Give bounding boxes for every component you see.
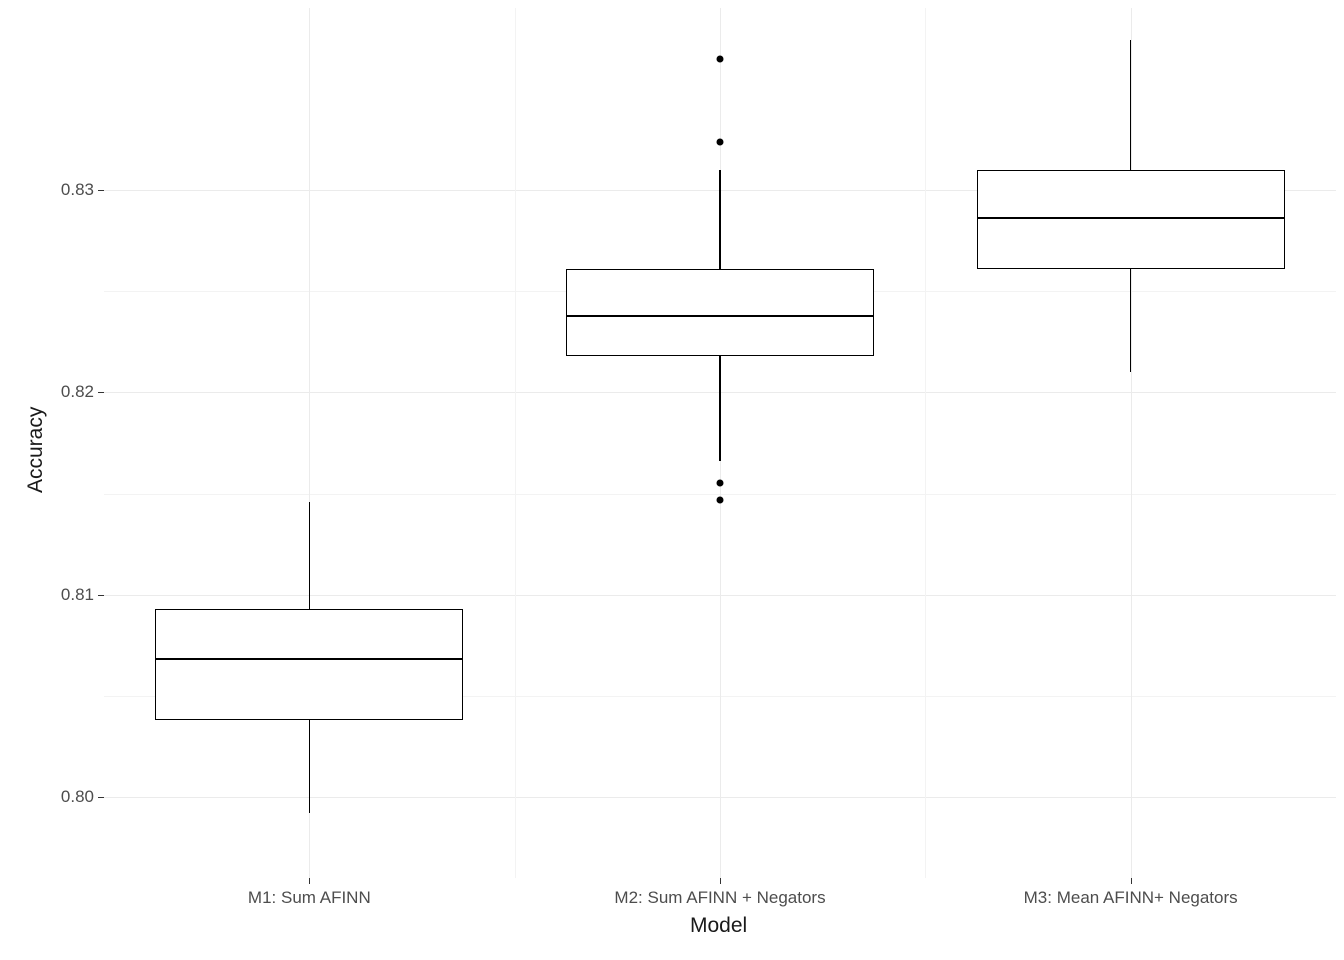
chart-root: Accuracy Model 0.80 0.81 0.82 0.83 M1: Sum A…: [0, 0, 1344, 960]
x-tick-label: M3: Mean AFINN+ Negators: [931, 888, 1331, 908]
whisker: [309, 720, 311, 813]
minor-v-gridline: [515, 8, 516, 878]
x-tick-label: M2: Sum AFINN + Negators: [520, 888, 920, 908]
box: [566, 269, 874, 356]
outlier-point: [717, 496, 724, 503]
whisker: [309, 502, 311, 609]
x-tick: [309, 878, 310, 884]
x-tick-label: M1: Sum AFINN: [109, 888, 509, 908]
whisker: [719, 356, 721, 461]
x-axis-title: Model: [690, 914, 747, 938]
y-tick: [98, 797, 104, 798]
x-tick: [720, 878, 721, 884]
y-tick-label: 0.82: [61, 382, 94, 402]
median-line: [566, 315, 874, 317]
outlier-point: [717, 138, 724, 145]
y-tick: [98, 595, 104, 596]
whisker: [1130, 269, 1132, 372]
y-tick-label: 0.80: [61, 787, 94, 807]
y-tick-label: 0.83: [61, 180, 94, 200]
whisker: [1130, 40, 1132, 169]
y-tick: [98, 190, 104, 191]
whisker: [719, 170, 721, 269]
outlier-point: [717, 480, 724, 487]
x-tick: [1131, 878, 1132, 884]
box: [977, 170, 1285, 269]
y-axis-title: Accuracy: [24, 407, 48, 493]
median-line: [977, 217, 1285, 219]
minor-v-gridline: [925, 8, 926, 878]
box: [155, 609, 463, 720]
outlier-point: [717, 55, 724, 62]
y-tick: [98, 392, 104, 393]
y-tick-label: 0.81: [61, 585, 94, 605]
median-line: [155, 658, 463, 660]
